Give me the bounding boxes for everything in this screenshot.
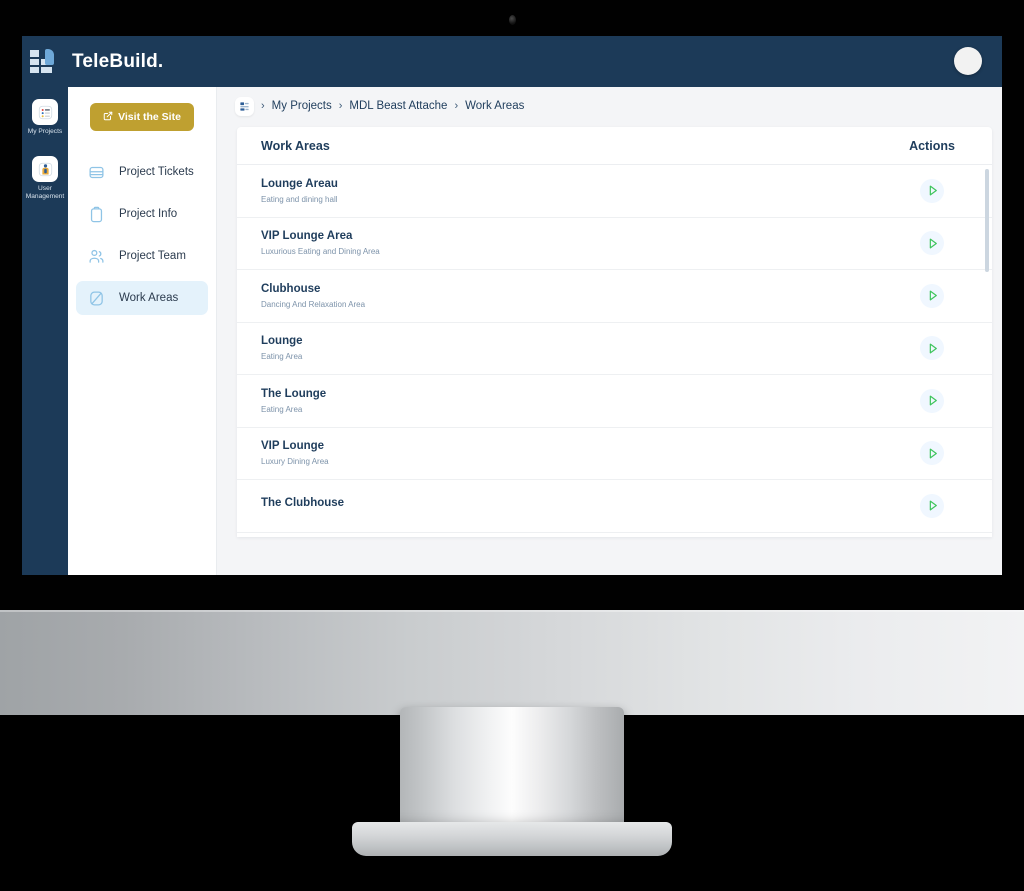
ticket-icon xyxy=(88,164,105,181)
play-button[interactable] xyxy=(920,231,944,256)
breadcrumb-separator: › xyxy=(338,100,343,112)
secondary-nav: Visit the Site Project Tickets Project I… xyxy=(68,87,217,575)
row-title: Clubhouse xyxy=(261,282,321,295)
sidebar-item-user-management[interactable]: User Management xyxy=(22,156,68,201)
table-row[interactable]: Lounge Areau Eating and dining hall xyxy=(237,165,992,218)
play-button[interactable] xyxy=(920,283,944,308)
row-title: VIP Lounge xyxy=(261,440,325,453)
app-topbar: TeleBuild. xyxy=(22,36,1002,87)
row-actions xyxy=(872,441,992,466)
work-areas-card: Work Areas Actions Lounge Areau Eating a… xyxy=(237,127,992,537)
row-actions xyxy=(872,388,992,413)
breadcrumb-item-my-projects[interactable]: My Projects xyxy=(272,100,332,112)
breadcrumb: › My Projects › MDL Beast Attache › Work… xyxy=(217,87,1002,125)
column-header-actions: Actions xyxy=(909,138,955,153)
table-row[interactable]: The Clubhouse xyxy=(237,480,992,533)
table-row[interactable]: Lounge Eating Area xyxy=(237,322,992,375)
icon-rail-sidebar: My Projects User Management xyxy=(22,87,68,575)
row-text: Clubhouse Dancing And Relaxation Area xyxy=(261,283,872,309)
breadcrumb-separator: › xyxy=(454,100,459,112)
row-subtitle: Eating Area xyxy=(261,352,303,362)
monitor-stand-neck xyxy=(400,707,624,832)
nav-item-project-info[interactable]: Project Info xyxy=(76,197,208,231)
row-actions xyxy=(872,231,992,256)
table-header: Work Areas Actions xyxy=(237,127,992,165)
projects-list-icon xyxy=(32,99,58,125)
row-subtitle: Dancing And Relaxation Area xyxy=(261,299,366,309)
card-scrollbar-thumb[interactable] xyxy=(985,169,989,272)
row-text: The Clubhouse xyxy=(261,497,872,514)
visit-site-button[interactable]: Visit the Site xyxy=(90,103,194,131)
avatar[interactable] xyxy=(954,47,982,75)
row-actions xyxy=(872,283,992,308)
nav-item-label: Project Team xyxy=(119,250,186,262)
nav-item-label: Project Info xyxy=(119,208,178,220)
nav-item-list: Project Tickets Project Info Project Tea… xyxy=(68,155,216,315)
row-title: The Lounge xyxy=(261,387,327,400)
table-row[interactable]: VIP Lounge Luxury Dining Area xyxy=(237,427,992,480)
table-row[interactable]: The Lounge Eating Area xyxy=(237,375,992,428)
monitor-mockup: TeleBuild. My Projects User Management V… xyxy=(0,0,1024,891)
nav-item-project-tickets[interactable]: Project Tickets xyxy=(76,155,208,189)
breadcrumb-separator: › xyxy=(261,100,265,112)
row-text: Lounge Areau Eating and dining hall xyxy=(261,178,872,204)
play-icon xyxy=(926,447,939,460)
row-actions xyxy=(872,493,992,518)
sidebar-item-my-projects[interactable]: My Projects xyxy=(22,99,68,136)
row-subtitle: Eating and dining hall xyxy=(261,194,338,204)
user-management-icon xyxy=(32,156,58,182)
sidebar-item-label: My Projects xyxy=(27,128,63,135)
row-text: The Lounge Eating Area xyxy=(261,388,872,414)
row-subtitle: Luxurious Eating and Dining Area xyxy=(261,247,380,257)
play-icon xyxy=(926,289,939,302)
monitor-stand-foot xyxy=(352,822,672,856)
column-header-work-areas: Work Areas xyxy=(261,138,330,153)
clipboard-icon xyxy=(88,206,105,223)
row-subtitle: Luxury Dining Area xyxy=(261,457,329,467)
brand-name: TeleBuild. xyxy=(72,50,164,72)
play-button[interactable] xyxy=(920,336,944,361)
row-title: Lounge xyxy=(261,335,303,348)
row-text: VIP Lounge Area Luxurious Eating and Din… xyxy=(261,230,872,256)
visit-site-label: Visit the Site xyxy=(118,111,181,123)
nav-item-label: Work Areas xyxy=(119,292,179,304)
row-text: VIP Lounge Luxury Dining Area xyxy=(261,440,872,466)
nav-item-project-team[interactable]: Project Team xyxy=(76,239,208,273)
play-button[interactable] xyxy=(920,388,944,413)
people-icon xyxy=(88,248,105,265)
screen-content: TeleBuild. My Projects User Management V… xyxy=(22,36,1002,575)
row-actions xyxy=(872,336,992,361)
sidebar-item-label: User Management xyxy=(25,185,65,200)
breadcrumb-item-project[interactable]: MDL Beast Attache xyxy=(349,100,447,112)
row-text: Lounge Eating Area xyxy=(261,335,872,361)
row-actions xyxy=(872,178,992,203)
play-button[interactable] xyxy=(920,178,944,203)
external-link-icon xyxy=(103,111,113,124)
breadcrumb-item-work-areas[interactable]: Work Areas xyxy=(465,100,524,112)
site-map-icon xyxy=(235,96,254,116)
table-row[interactable]: Clubhouse Dancing And Relaxation Area xyxy=(237,270,992,323)
webcam-dot xyxy=(509,15,516,25)
row-subtitle: Eating Area xyxy=(261,404,303,414)
nav-item-label: Project Tickets xyxy=(119,166,194,178)
monitor-chin xyxy=(0,610,1024,715)
row-title: Lounge Areau xyxy=(261,177,338,190)
work-area-icon xyxy=(88,290,105,307)
main-panel: › My Projects › MDL Beast Attache › Work… xyxy=(217,87,1002,575)
building-blocks-icon xyxy=(30,48,58,76)
play-button[interactable] xyxy=(920,493,944,518)
play-icon xyxy=(926,342,939,355)
table-row[interactable]: VIP Lounge Area Luxurious Eating and Din… xyxy=(237,217,992,270)
play-icon xyxy=(926,394,939,407)
row-title: The Clubhouse xyxy=(261,497,345,510)
row-title: VIP Lounge Area xyxy=(261,230,353,243)
play-icon xyxy=(926,499,939,512)
nav-item-work-areas[interactable]: Work Areas xyxy=(76,281,208,315)
play-button[interactable] xyxy=(920,441,944,466)
play-icon xyxy=(926,237,939,250)
play-icon xyxy=(926,184,939,197)
